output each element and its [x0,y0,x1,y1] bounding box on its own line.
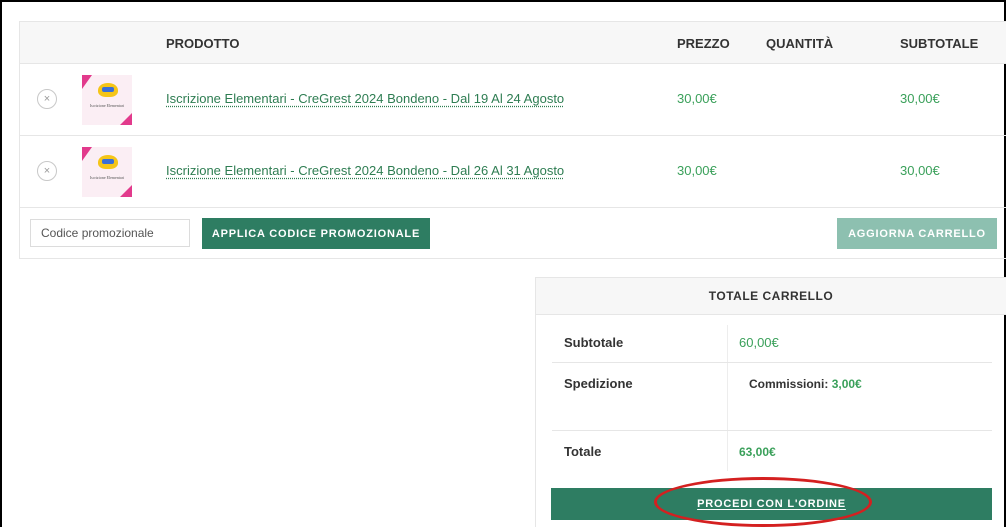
item-subtotal: 30,00€ [900,163,940,178]
decor-shape [82,147,92,161]
close-icon[interactable]: × [37,89,57,109]
product-link[interactable]: Iscrizione Elementari - CreGrest 2024 Bo… [166,163,564,178]
shipping-fee-value: 3,00€ [831,377,862,391]
divider [727,325,728,362]
totals-row-total: Totale 63,00€ [552,431,992,471]
product-thumbnail[interactable]: Iscrizione Elementari [82,147,132,197]
decor-shape [120,185,132,197]
cart-actions: APPLICA CODICE PROMOZIONALE AGGIORNA CAR… [20,208,1006,260]
shipping-label: Spedizione [564,376,633,391]
divider [727,363,728,430]
shipping-value: Commissioni: 3,00€ [749,377,862,391]
coupon-input[interactable] [30,219,190,247]
total-label: Totale [564,444,602,459]
item-price: 30,00€ [677,163,717,178]
cart-header-row: PRODOTTO PREZZO QUANTITÀ SUBTOTALE [20,22,1006,64]
shipping-fee-label: Commissioni: [749,377,829,391]
logo-icon [98,155,118,169]
item-price: 30,00€ [677,91,717,106]
update-cart-button[interactable]: AGGIORNA CARRELLO [837,218,997,249]
checkout-label: PROCEDI CON L'ORDINE [697,498,846,510]
decor-shape [120,113,132,125]
close-icon[interactable]: × [37,161,57,181]
total-value: 63,00€ [739,445,776,459]
product-link[interactable]: Iscrizione Elementari - CreGrest 2024 Bo… [166,91,564,106]
apply-coupon-button[interactable]: APPLICA CODICE PROMOZIONALE [202,218,430,249]
logo-icon [98,83,118,97]
table-row: × Iscrizione Elementari Iscrizione Eleme… [20,64,1006,136]
cart-table: PRODOTTO PREZZO QUANTITÀ SUBTOTALE × Isc… [19,21,1006,259]
checkout-button[interactable]: PROCEDI CON L'ORDINE [551,488,992,520]
cart-totals-title: TOTALE CARRELLO [536,278,1006,315]
thumbnail-caption: Iscrizione Elementari [89,103,125,108]
totals-row-shipping: Spedizione Commissioni: 3,00€ [552,363,992,431]
col-header-price: PREZZO [677,36,730,51]
thumbnail-caption: Iscrizione Elementari [89,175,125,180]
cart-totals: TOTALE CARRELLO Subtotale 60,00€ Spedizi… [535,277,1006,527]
product-thumbnail[interactable]: Iscrizione Elementari [82,75,132,125]
divider [727,431,728,471]
table-row: × Iscrizione Elementari Iscrizione Eleme… [20,136,1006,208]
subtotal-label: Subtotale [564,335,624,350]
totals-row-subtotal: Subtotale 60,00€ [552,325,992,363]
decor-shape [82,75,92,89]
col-header-quantity: QUANTITÀ [766,36,834,51]
subtotal-value: 60,00€ [739,335,779,350]
col-header-subtotal: SUBTOTALE [900,36,979,51]
col-header-product: PRODOTTO [166,36,240,51]
item-subtotal: 30,00€ [900,91,940,106]
